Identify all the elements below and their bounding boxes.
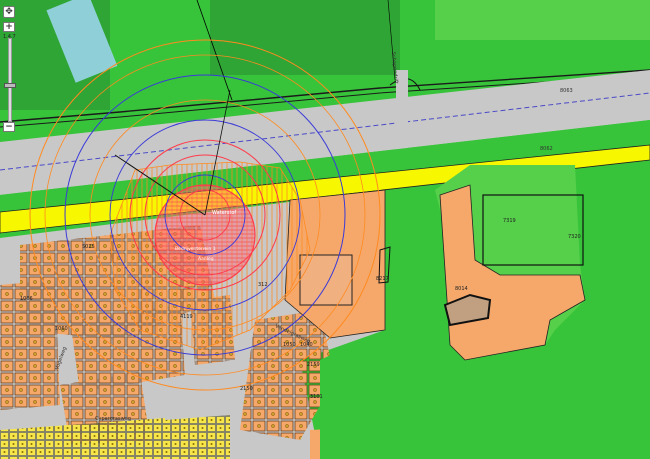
map-viewport[interactable]: 8063 8062 Schapendrift Vendelgrasweg Vog… <box>0 0 650 459</box>
parcel-label: 1050 <box>283 342 296 348</box>
street-label: Cypergrasweg <box>95 416 131 422</box>
parcel-label: 5025 <box>82 244 95 250</box>
zoom-in-button[interactable]: + <box>3 22 15 32</box>
zoom-slider-track[interactable] <box>4 38 16 122</box>
parcel-label: 312 <box>258 282 268 288</box>
parcel-label: 7319 <box>503 218 516 224</box>
zoom-out-button[interactable]: − <box>3 122 15 132</box>
grass-field-n <box>210 0 400 75</box>
map-navigation: ✥ + 1.4.7 − <box>3 6 16 132</box>
hazard-label: Aanleg <box>198 256 214 262</box>
parcel-label: 1066 <box>20 296 33 302</box>
parcel-label: 8217 <box>376 276 389 282</box>
road-number-label: 8063 <box>560 88 573 94</box>
map-canvas[interactable]: 8063 8062 Schapendrift Vendelgrasweg Vog… <box>0 0 650 459</box>
hazard-label: Bedrijventerrein 1 <box>175 246 216 252</box>
road-number-label: 8062 <box>540 146 553 152</box>
parcel-label: 8014 <box>455 286 468 292</box>
parcel-label: 4119 <box>180 314 193 320</box>
hazard-label[interactable]: Waterstof <box>212 210 236 216</box>
parcel-label: 7320 <box>568 234 581 240</box>
zoom-slider-thumb[interactable] <box>4 83 16 88</box>
parcel-label: 2159 <box>307 362 320 368</box>
industrial-building <box>299 254 353 306</box>
pan-icon[interactable]: ✥ <box>3 6 15 18</box>
parcel-label: 2150 <box>240 386 253 392</box>
yellow-block <box>165 415 230 459</box>
parcel-label: 1060 <box>55 326 68 332</box>
parcel-label: 3101 <box>310 394 323 400</box>
field-ne <box>435 0 650 40</box>
parcel-label: 1040 <box>300 342 313 348</box>
